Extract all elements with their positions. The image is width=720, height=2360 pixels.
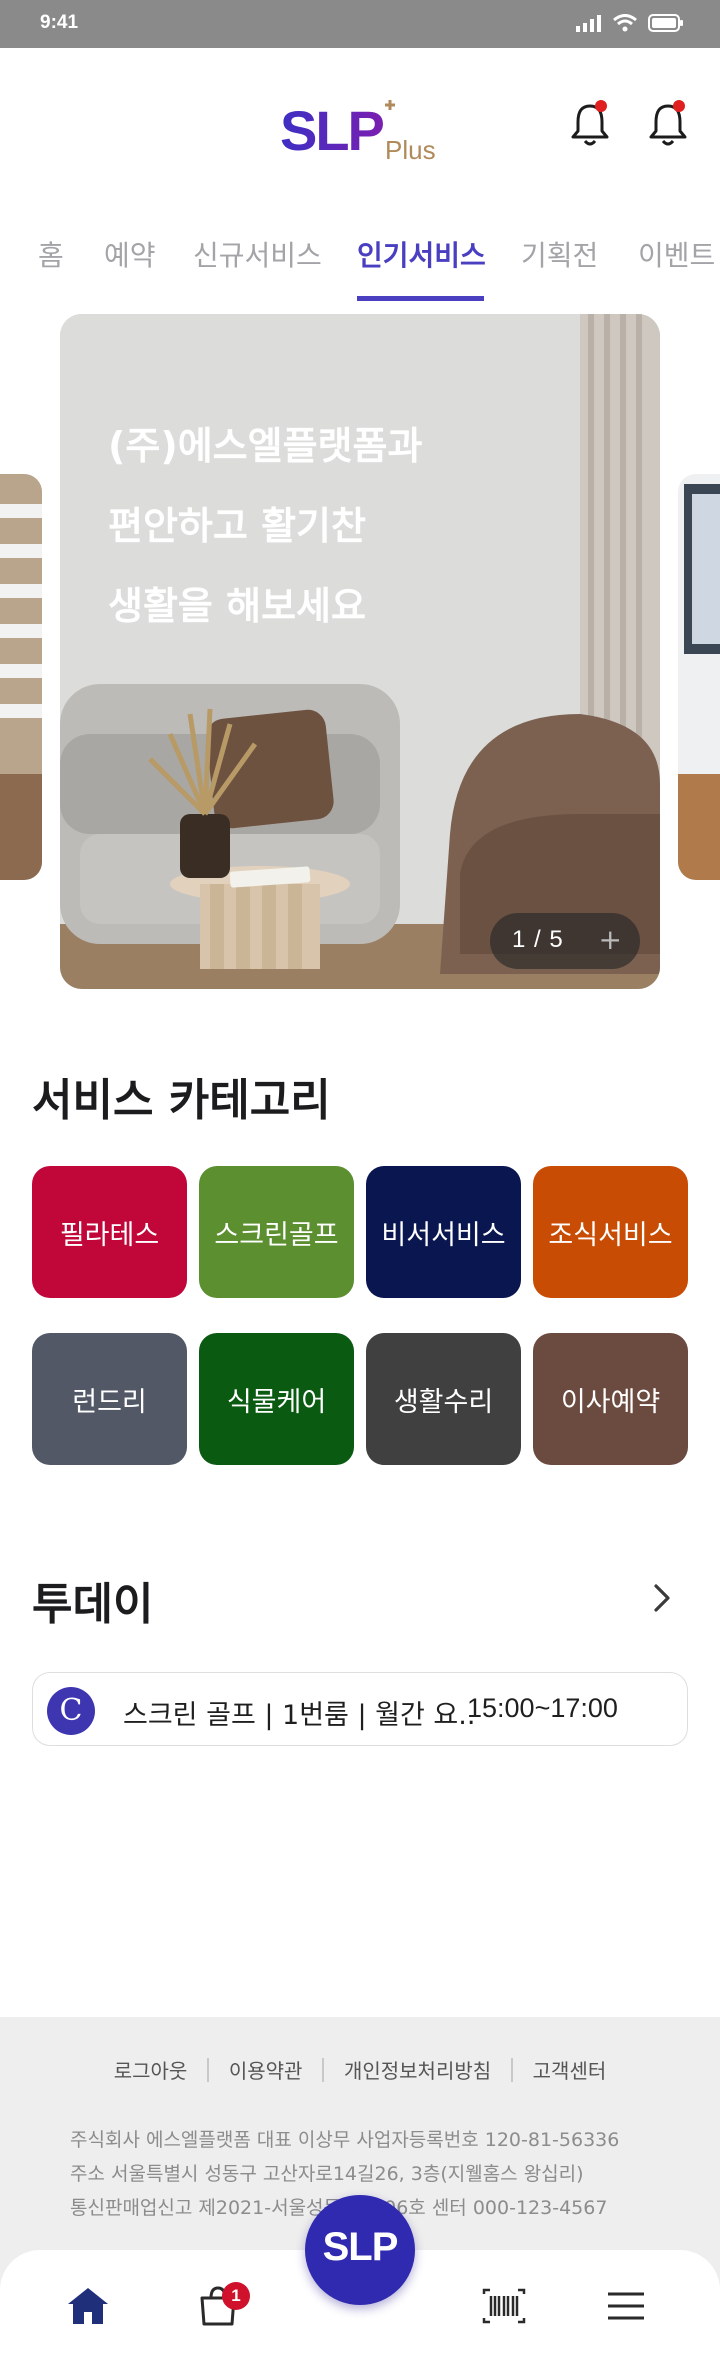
banner-line-1: (주)에스엘플랫폼과 bbox=[108, 424, 423, 468]
wifi-icon bbox=[613, 14, 637, 32]
category-laundry-button[interactable]: 런드리 bbox=[32, 1333, 187, 1465]
reservation-time: 15:00~17:00 bbox=[467, 1693, 618, 1723]
tab-reservation[interactable]: 예약 bbox=[104, 234, 156, 274]
banner-headline: (주)에스엘플랫폼과 편안하고 활기찬 생활을 해보세요 bbox=[108, 406, 608, 646]
category-plant-care-button[interactable]: 식물케어 bbox=[199, 1333, 354, 1465]
logo-main-text: SLP bbox=[280, 99, 384, 162]
barcode-icon[interactable] bbox=[480, 2282, 528, 2330]
tab-popular-services[interactable]: 인기서비스 bbox=[357, 234, 486, 274]
tab-new-services[interactable]: 신규서비스 bbox=[193, 234, 322, 274]
banner-line-2: 편안하고 활기찬 bbox=[108, 504, 366, 548]
terms-link[interactable]: 이용약관 bbox=[209, 2055, 323, 2084]
previous-banner-card[interactable] bbox=[0, 474, 42, 880]
next-banner-card[interactable] bbox=[678, 474, 720, 880]
category-breakfast-service-button[interactable]: 조식서비스 bbox=[533, 1166, 688, 1298]
category-pilates-button[interactable]: 필라테스 bbox=[32, 1166, 187, 1298]
bell-icon[interactable] bbox=[568, 98, 612, 148]
company-info: 주식회사 에스엘플랫폼 대표 이상무 사업자등록번호 120-81-56336 bbox=[70, 2129, 620, 2151]
logout-link[interactable]: 로그아웃 bbox=[94, 2055, 208, 2084]
app-screen: 9:41 SLP Plus 홈 예약 신규서비스 인기서비스 기획전 이벤트 (… bbox=[0, 0, 720, 2360]
home-icon[interactable] bbox=[64, 2282, 112, 2330]
chevron-right-icon[interactable] bbox=[648, 1578, 678, 1618]
service-category-title: 서비스 카테고리 bbox=[32, 1075, 331, 1126]
banner-expand-plus-icon[interactable]: + bbox=[599, 923, 622, 956]
battery-icon bbox=[648, 14, 683, 32]
category-secretary-service-button[interactable]: 비서서비스 bbox=[366, 1166, 521, 1298]
category-home-repair-button[interactable]: 생활수리 bbox=[366, 1333, 521, 1465]
tab-special-exhibition[interactable]: 기획전 bbox=[521, 234, 598, 274]
customer-center-link[interactable]: 고객센터 bbox=[513, 2055, 627, 2084]
slp-home-fab-button[interactable]: SLP bbox=[305, 2195, 415, 2305]
bell-icon[interactable] bbox=[646, 98, 690, 148]
banner-page-indicator: 1 / 5 bbox=[512, 926, 564, 953]
today-title: 투데이 bbox=[32, 1579, 154, 1630]
footer-links: 로그아웃 이용약관 개인정보처리방침 고객센터 bbox=[0, 2055, 720, 2084]
logo-sub-text: Plus bbox=[385, 135, 436, 165]
status-time: 9:41 bbox=[40, 12, 79, 33]
company-address: 주소 서울특별시 성동구 고산자로14길26, 3층(지웰홈스 왕십리) bbox=[70, 2163, 584, 2185]
privacy-policy-link[interactable]: 개인정보처리방침 bbox=[324, 2055, 511, 2084]
active-tab-indicator bbox=[357, 296, 484, 301]
cart-count-badge: 1 bbox=[222, 2282, 250, 2310]
reservation-description: 스크린 골프 | 1번룸 | 월간 요.. bbox=[123, 1700, 476, 1731]
category-screen-golf-button[interactable]: 스크린골프 bbox=[199, 1166, 354, 1298]
reservation-avatar: C bbox=[47, 1687, 95, 1735]
status-icons bbox=[576, 14, 684, 32]
slp-plus-logo[interactable]: SLP Plus bbox=[280, 88, 450, 168]
today-reservation-item[interactable]: C 스크린 골프 | 1번룸 | 월간 요.. 15:00~17:00 bbox=[32, 1672, 688, 1746]
app-header: SLP Plus bbox=[0, 48, 720, 198]
menu-icon[interactable] bbox=[602, 2282, 650, 2330]
hero-banner[interactable]: (주)에스엘플랫폼과 편안하고 활기찬 생활을 해보세요 1 / 5 + bbox=[60, 314, 660, 989]
signal-icon bbox=[576, 15, 601, 32]
status-bar: 9:41 bbox=[0, 0, 720, 48]
tab-event[interactable]: 이벤트 bbox=[638, 234, 715, 274]
category-tabs: 홈 예약 신규서비스 인기서비스 기획전 이벤트 bbox=[0, 222, 720, 306]
category-moving-reservation-button[interactable]: 이사예약 bbox=[533, 1333, 688, 1465]
fab-label: SLP bbox=[322, 2225, 399, 2269]
banner-pager[interactable]: 1 / 5 + bbox=[490, 913, 640, 969]
banner-line-3: 생활을 해보세요 bbox=[108, 584, 366, 628]
tab-home[interactable]: 홈 bbox=[38, 234, 64, 274]
